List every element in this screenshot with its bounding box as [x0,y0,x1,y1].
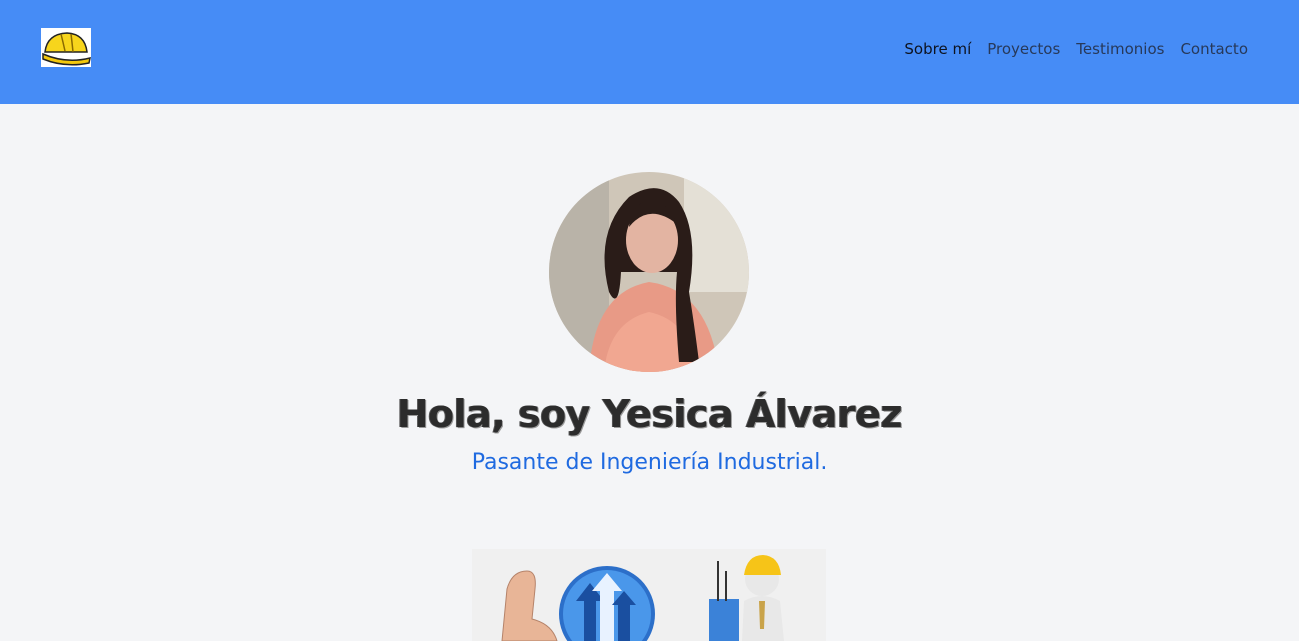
nav-link-testimonios[interactable]: Testimonios [1076,39,1164,59]
hero-subtitle: Pasante de Ingeniería Industrial. [471,450,828,475]
nav-link-sobre-mi[interactable]: Sobre mí [904,39,971,59]
navbar: Sobre mí Proyectos Testimonios Contacto [0,0,1299,104]
logo[interactable] [41,28,91,67]
hero-title: Hola, soy Yesica Álvarez [396,392,903,436]
hard-hat-icon [42,32,91,66]
nav-link-proyectos[interactable]: Proyectos [987,39,1060,59]
nav-link-contacto[interactable]: Contacto [1180,39,1248,59]
nav-menu: Sobre mí Proyectos Testimonios Contacto [888,39,1248,59]
engineering-illustration [472,549,826,641]
profile-avatar [549,172,749,372]
